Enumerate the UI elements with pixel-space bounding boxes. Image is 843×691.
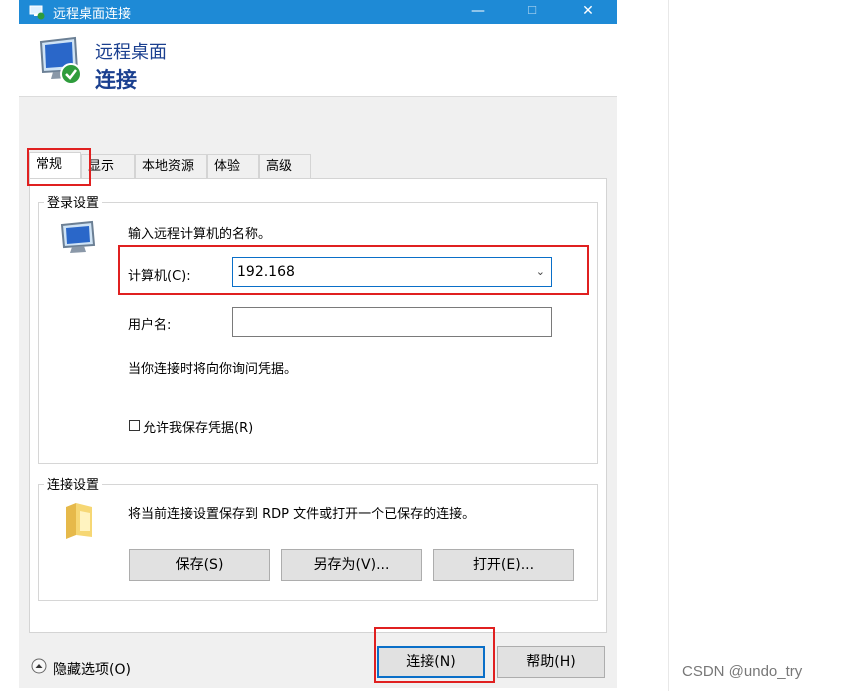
tab-label: 高级 bbox=[266, 159, 293, 174]
remote-desktop-monitor-icon bbox=[39, 36, 82, 85]
general-tab-highlight bbox=[27, 148, 91, 186]
window-title: 远程桌面连接 bbox=[53, 7, 132, 22]
tab-advanced[interactable]: 高级 bbox=[259, 154, 311, 178]
username-label: 用户名: bbox=[128, 318, 172, 333]
save-as-button[interactable]: 另存为(V)... bbox=[281, 549, 422, 581]
credential-note: 当你连接时将向你询问凭据。 bbox=[128, 362, 298, 377]
maximize-button[interactable]: ☐ bbox=[509, 0, 555, 24]
tab-label: 本地资源 bbox=[142, 159, 195, 174]
tab-local-resources[interactable]: 本地资源 bbox=[135, 154, 207, 178]
connection-settings-legend: 连接设置 bbox=[44, 474, 103, 493]
connection-settings-group bbox=[38, 484, 598, 601]
dialog-header: 远程桌面 连接 bbox=[19, 24, 617, 97]
allow-save-credentials-label[interactable]: 允许我保存凭据(R) bbox=[143, 417, 253, 436]
connect-button-highlight bbox=[374, 627, 495, 683]
close-button[interactable]: ✕ bbox=[565, 0, 611, 24]
title-bar[interactable]: 远程桌面连接 — ☐ ✕ bbox=[19, 0, 617, 24]
header-title-line2: 连接 bbox=[95, 68, 137, 92]
computer-icon bbox=[60, 220, 96, 253]
page-divider bbox=[668, 0, 669, 691]
folder-icon bbox=[66, 503, 92, 539]
allow-save-credentials-checkbox[interactable] bbox=[129, 420, 140, 431]
remote-desktop-window: 远程桌面连接 — ☐ ✕ 远程桌面 连接 常规 显示 本地资源 体验 高级 登录… bbox=[19, 0, 617, 688]
header-title-line1: 远程桌面 bbox=[95, 42, 167, 63]
tab-experience[interactable]: 体验 bbox=[207, 154, 259, 178]
help-button[interactable]: 帮助(H) bbox=[497, 646, 605, 678]
save-button[interactable]: 保存(S) bbox=[129, 549, 270, 581]
tab-label: 显示 bbox=[88, 159, 115, 174]
chevron-up-circle-icon[interactable] bbox=[31, 658, 47, 674]
username-input[interactable] bbox=[232, 307, 552, 337]
login-settings-legend: 登录设置 bbox=[44, 192, 103, 211]
connection-description: 将当前连接设置保存到 RDP 文件或打开一个已保存的连接。 bbox=[128, 507, 476, 522]
csdn-watermark: CSDN @undo_try bbox=[682, 663, 803, 680]
computer-field-highlight bbox=[118, 245, 589, 295]
login-intro-text: 输入远程计算机的名称。 bbox=[128, 227, 272, 242]
tab-label: 体验 bbox=[214, 159, 241, 174]
open-button[interactable]: 打开(E)... bbox=[433, 549, 574, 581]
remote-desktop-app-icon bbox=[29, 5, 45, 20]
minimize-button[interactable]: — bbox=[455, 0, 501, 24]
hide-options-link[interactable]: 隐藏选项(O) bbox=[53, 659, 131, 679]
